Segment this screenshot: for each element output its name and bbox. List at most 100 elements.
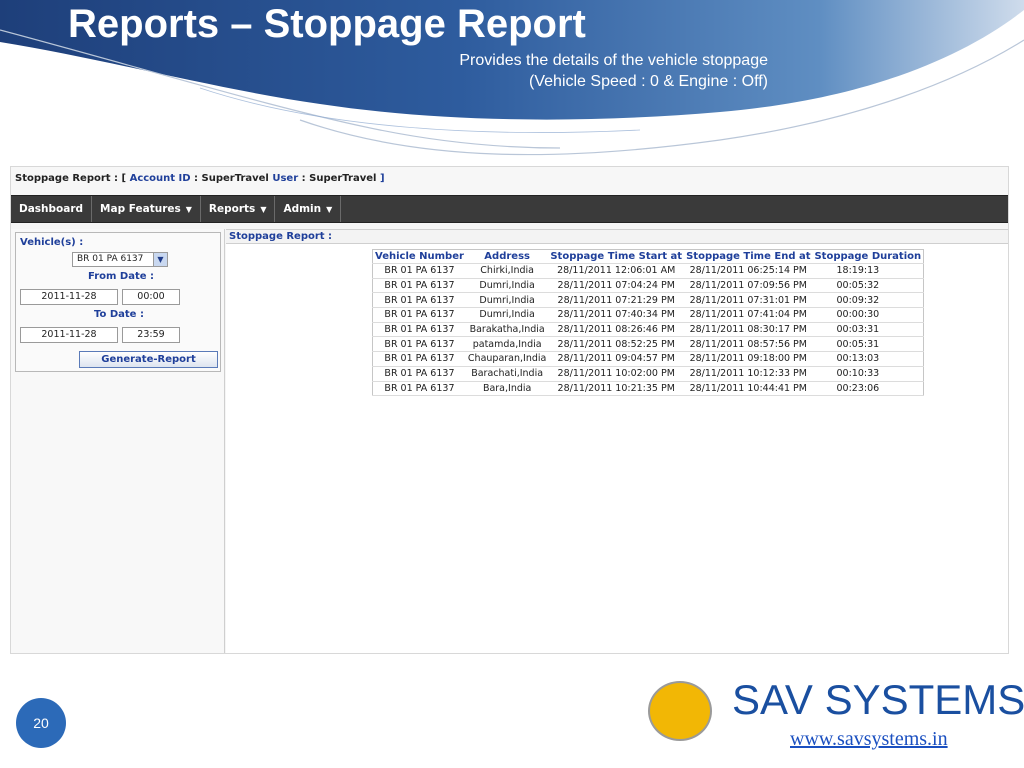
table-cell: 28/11/2011 12:06:01 AM bbox=[548, 263, 685, 279]
menu-map-features[interactable]: Map Features ▼ bbox=[92, 196, 201, 222]
column-header: Stoppage Duration bbox=[814, 251, 922, 262]
menu-label: Dashboard bbox=[19, 203, 84, 215]
table-cell: 00:05:31 bbox=[812, 336, 924, 353]
table-cell: BR 01 PA 6137 bbox=[372, 365, 466, 382]
menu-admin[interactable]: Admin ▼ bbox=[275, 196, 342, 222]
slide-title: Reports – Stoppage Report bbox=[68, 2, 586, 46]
table-row: BR 01 PA 6137 patamda,India 28/11/2011 08:… bbox=[372, 336, 924, 353]
table-cell: 28/11/2011 07:41:04 PM bbox=[684, 307, 813, 323]
column-header: Vehicle Number bbox=[375, 251, 464, 262]
vehicles-label: Vehicle(s) : bbox=[20, 237, 84, 248]
menu-label: Map Features bbox=[100, 203, 181, 215]
chevron-down-icon: ▼ bbox=[326, 204, 333, 214]
table-body: BR 01 PA 6137 Chirki,India 28/11/2011 12:0… bbox=[372, 263, 924, 397]
table-cell: 28/11/2011 10:44:41 PM bbox=[684, 380, 813, 397]
to-date-input[interactable]: 2011-11-28 bbox=[20, 327, 118, 343]
table-cell: BR 01 PA 6137 bbox=[372, 263, 466, 279]
table-row: BR 01 PA 6137 Barachati,India 28/11/2011 1… bbox=[372, 365, 924, 382]
table-cell: 28/11/2011 09:18:00 PM bbox=[684, 351, 813, 367]
table-cell: 00:05:32 bbox=[812, 277, 924, 294]
slide-subtitle: Provides the details of the vehicle stop… bbox=[340, 50, 768, 92]
app-header: Stoppage Report : [ Account ID : SuperTr… bbox=[11, 167, 1008, 195]
column-header: Address bbox=[484, 251, 530, 262]
table-cell: 28/11/2011 08:30:17 PM bbox=[684, 321, 813, 338]
table-cell: BR 01 PA 6137 bbox=[372, 336, 466, 353]
filter-panel: Vehicle(s) : BR 01 PA 6137 ▼ From Date :… bbox=[11, 229, 225, 653]
page-number-badge: 20 bbox=[16, 698, 66, 748]
table-cell: 00:00:30 bbox=[812, 307, 924, 323]
page-number: 20 bbox=[33, 715, 49, 731]
main-menu-bar: Dashboard Map Features ▼ Reports ▼ Admin… bbox=[11, 195, 1008, 223]
stoppage-report-table: Vehicle Number Address Stoppage Time Sta… bbox=[372, 249, 925, 397]
table-cell: Dumri,India bbox=[465, 292, 549, 309]
table-cell: Barachati,India bbox=[465, 365, 549, 382]
table-cell: 28/11/2011 09:04:57 PM bbox=[548, 351, 685, 367]
table-cell: Dumri,India bbox=[465, 307, 549, 323]
account-id-label: Account ID bbox=[129, 173, 191, 184]
table-cell: BR 01 PA 6137 bbox=[372, 292, 466, 309]
table-cell: 00:03:31 bbox=[812, 321, 924, 338]
table-cell: Chirki,India bbox=[465, 263, 549, 279]
subtitle-line-2: (Vehicle Speed : 0 & Engine : Off) bbox=[529, 73, 768, 90]
header-suffix: ] bbox=[379, 173, 385, 184]
table-row: BR 01 PA 6137 Chauparan,India 28/11/2011 0… bbox=[372, 351, 924, 367]
from-date-label: From Date : bbox=[88, 271, 154, 282]
subtitle-line-1: Provides the details of the vehicle stop… bbox=[459, 52, 768, 69]
table-cell: 28/11/2011 08:52:25 PM bbox=[548, 336, 685, 353]
generate-report-button[interactable]: Generate-Report bbox=[79, 351, 218, 368]
table-cell: 18:19:13 bbox=[812, 263, 924, 279]
column-header: Stoppage Time Start at bbox=[550, 251, 683, 262]
table-cell: BR 01 PA 6137 bbox=[372, 351, 466, 367]
table-cell: 00:09:32 bbox=[812, 292, 924, 309]
content-area: Vehicle(s) : BR 01 PA 6137 ▼ From Date :… bbox=[11, 224, 1008, 653]
user-label: User bbox=[272, 173, 299, 184]
table-row: BR 01 PA 6137 Dumri,India 28/11/2011 07:40… bbox=[372, 307, 924, 323]
table-cell: 28/11/2011 08:26:46 PM bbox=[548, 321, 685, 338]
table-row: BR 01 PA 6137 Bara,India 28/11/2011 10:21:… bbox=[372, 380, 924, 397]
app-window: Stoppage Report : [ Account ID : SuperTr… bbox=[10, 166, 1009, 654]
menu-label: Admin bbox=[283, 203, 322, 215]
account-id-value: : SuperTravel bbox=[190, 173, 273, 184]
menu-reports[interactable]: Reports ▼ bbox=[201, 196, 276, 222]
report-panel: Stoppage Report : Vehicle Number Address… bbox=[226, 229, 1008, 653]
table-cell: 00:23:06 bbox=[812, 380, 924, 397]
table-cell: 28/11/2011 10:21:35 PM bbox=[548, 380, 685, 397]
from-date-input[interactable]: 2011-11-28 bbox=[20, 289, 118, 305]
table-row: BR 01 PA 6137 Dumri,India 28/11/2011 07:21… bbox=[372, 292, 924, 309]
chevron-down-icon: ▼ bbox=[185, 204, 192, 214]
table-cell: 28/11/2011 07:31:01 PM bbox=[684, 292, 813, 309]
table-cell: 00:10:33 bbox=[812, 365, 924, 382]
table-cell: 28/11/2011 07:09:56 PM bbox=[684, 277, 813, 294]
menu-label: Reports bbox=[208, 203, 256, 215]
table-cell: 28/11/2011 07:04:24 PM bbox=[548, 277, 685, 294]
table-cell: 28/11/2011 07:21:29 PM bbox=[548, 292, 685, 309]
table-cell: Bara,India bbox=[465, 380, 549, 397]
table-cell: BR 01 PA 6137 bbox=[372, 277, 466, 294]
table-cell: 28/11/2011 08:57:56 PM bbox=[684, 336, 813, 353]
table-cell: Barakatha,India bbox=[465, 321, 549, 338]
table-cell: 00:13:03 bbox=[812, 351, 924, 367]
header-prefix: Stoppage Report : [ bbox=[15, 173, 130, 184]
chevron-down-icon[interactable]: ▼ bbox=[153, 253, 167, 266]
column-header: Stoppage Time End at bbox=[686, 251, 811, 262]
table-cell: 28/11/2011 10:02:00 PM bbox=[548, 365, 685, 382]
table-cell: patamda,India bbox=[465, 336, 549, 353]
brand-url-link[interactable]: www.savsystems.in bbox=[790, 727, 948, 751]
menu-dashboard[interactable]: Dashboard bbox=[11, 196, 93, 222]
table-row: BR 01 PA 6137 Chirki,India 28/11/2011 12:0… bbox=[372, 263, 924, 279]
user-value: : SuperTravel bbox=[298, 173, 380, 184]
from-time-input[interactable]: 00:00 bbox=[122, 289, 180, 305]
to-date-label: To Date : bbox=[94, 309, 144, 320]
sav-logo-icon bbox=[648, 681, 712, 741]
chevron-down-icon: ▼ bbox=[260, 204, 267, 214]
to-time-input[interactable]: 23:59 bbox=[122, 327, 180, 343]
table-cell: 28/11/2011 06:25:14 PM bbox=[684, 263, 813, 279]
table-cell: Chauparan,India bbox=[465, 351, 549, 367]
brand-name: SAV SYSTEMS bbox=[732, 676, 1024, 723]
report-heading: Stoppage Report : bbox=[226, 229, 1008, 244]
table-row: BR 01 PA 6137 Barakatha,India 28/11/2011 0… bbox=[372, 321, 924, 338]
table-cell: BR 01 PA 6137 bbox=[372, 307, 466, 323]
vehicle-select[interactable]: BR 01 PA 6137 ▼ bbox=[72, 252, 168, 267]
table-cell: BR 01 PA 6137 bbox=[372, 380, 466, 397]
table-row: BR 01 PA 6137 Dumri,India 28/11/2011 07:04… bbox=[372, 277, 924, 294]
